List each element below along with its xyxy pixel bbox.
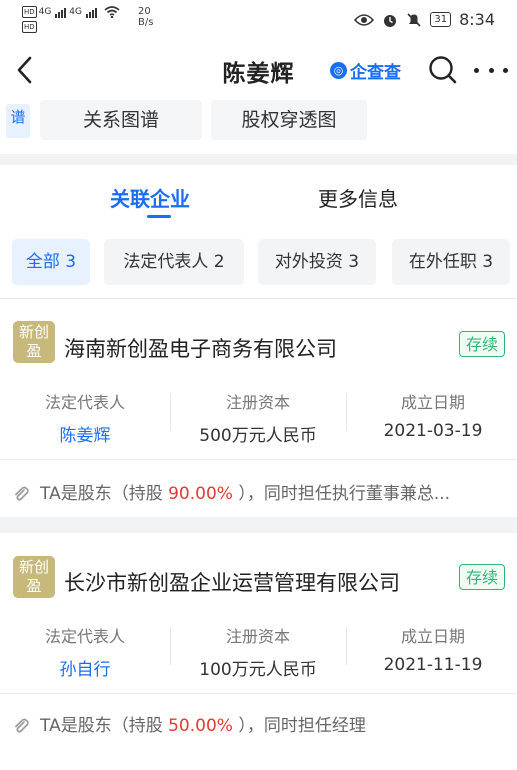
founded-field: 成立日期 2021-11-19 — [348, 623, 517, 675]
note-prefix: TA是股东（持股 — [40, 484, 169, 504]
speed-unit: B/s — [138, 17, 154, 28]
filter-positions[interactable]: 在外任职 3 — [392, 239, 510, 285]
brand-logo: ◎ 企查查 — [330, 58, 401, 83]
founded-value: 2021-03-19 — [383, 421, 483, 441]
relation-graph-button[interactable]: 关系图谱 — [40, 100, 202, 140]
relation-note: TA是股东（持股 90.00% ），同时担任执行董事兼总... — [12, 479, 450, 504]
net2-label: 4G — [69, 7, 82, 17]
status-bar: HD 4G 4G HD 20 B/s 31 8:34 — [0, 0, 517, 40]
paperclip-icon — [15, 486, 29, 501]
title-bar: 陈姜辉 ◎ 企查查 — [0, 40, 517, 100]
capital-value: 500万元人民币 — [199, 426, 317, 446]
column-divider — [170, 393, 171, 431]
column-divider — [170, 627, 171, 665]
battery-indicator: 31 — [430, 12, 452, 27]
more-button[interactable] — [474, 60, 508, 80]
brand-icon: ◎ — [330, 62, 347, 79]
legal-rep-label: 法定代表人 — [44, 393, 125, 412]
card-divider — [0, 693, 517, 694]
network-speed: 20 B/s — [138, 6, 153, 28]
tab-more-info[interactable]: 更多信息 — [318, 183, 398, 212]
signal-icon-2 — [85, 8, 97, 18]
founded-value: 2021-11-19 — [383, 655, 483, 675]
more-dot-icon — [488, 67, 494, 73]
status-badge: 存续 — [459, 331, 505, 357]
status-badge: 存续 — [459, 564, 505, 590]
capital-value: 100万元人民币 — [199, 660, 317, 680]
company-name[interactable]: 海南新创盈电子商务有限公司 — [64, 333, 337, 363]
note-suffix: ），同时担任经理 — [232, 716, 366, 736]
filter-all[interactable]: 全部 3 — [12, 239, 90, 285]
status-right: 31 8:34 — [354, 10, 495, 29]
relation-note: TA是股东（持股 50.00% ），同时担任经理 — [12, 711, 366, 736]
tool-edge-item[interactable]: 谱 — [6, 104, 30, 138]
sim2-badge: HD — [22, 21, 37, 33]
capital-field: 注册资本 500万元人民币 — [173, 389, 343, 446]
company-card[interactable]: 新创盈 海南新创盈电子商务有限公司 存续 法定代表人 陈姜辉 注册资本 500万… — [0, 299, 517, 517]
legal-rep-link[interactable]: 孙自行 — [0, 655, 170, 680]
note-prefix: TA是股东（持股 — [40, 716, 169, 736]
mute-bell-icon — [407, 12, 421, 27]
speed-value: 20 — [138, 6, 151, 17]
company-card[interactable]: 新创盈 长沙市新创盈企业运营管理有限公司 存续 法定代表人 孙自行 注册资本 1… — [0, 533, 517, 770]
tool-row: 谱 关系图谱 股权穿透图 — [0, 100, 517, 154]
legal-rep-field: 法定代表人 孙自行 — [0, 623, 170, 680]
note-suffix: ），同时担任执行董事兼总... — [232, 484, 451, 504]
active-tab-indicator — [147, 215, 171, 218]
card-divider — [0, 459, 517, 460]
legal-rep-link[interactable]: 陈姜辉 — [0, 421, 170, 446]
founded-field: 成立日期 2021-03-19 — [348, 389, 517, 441]
holding-percent: 90.00% — [168, 484, 233, 504]
holding-percent: 50.00% — [168, 716, 233, 736]
capital-field: 注册资本 100万元人民币 — [173, 623, 343, 680]
more-dot-icon — [474, 67, 479, 73]
capital-label: 注册资本 — [225, 627, 290, 646]
tabs-panel: 关联企业 更多信息 全部 3 法定代表人 2 对外投资 3 在外任职 3 — [0, 165, 517, 299]
sim1-badge: HD — [22, 6, 37, 18]
filter-investment[interactable]: 对外投资 3 — [258, 239, 376, 285]
company-logo: 新创盈 — [13, 321, 55, 363]
founded-label: 成立日期 — [400, 393, 465, 412]
alarm-icon — [384, 14, 397, 27]
tab-related-companies[interactable]: 关联企业 — [110, 183, 190, 212]
company-name[interactable]: 长沙市新创盈企业运营管理有限公司 — [64, 567, 400, 597]
eye-icon — [354, 13, 375, 26]
wifi-icon — [104, 6, 120, 19]
column-divider — [346, 393, 347, 431]
filter-legal-rep[interactable]: 法定代表人 2 — [104, 239, 244, 285]
column-divider — [346, 627, 347, 665]
search-button[interactable] — [428, 55, 458, 85]
search-icon — [429, 56, 457, 84]
net1-label: 4G — [38, 7, 52, 17]
signal-icon — [54, 8, 67, 18]
more-dot-icon — [503, 67, 508, 73]
paperclip-icon — [15, 718, 29, 733]
clock: 8:34 — [459, 10, 495, 29]
legal-rep-label: 法定代表人 — [44, 627, 125, 646]
brand-name: 企查查 — [350, 63, 401, 83]
capital-label: 注册资本 — [225, 393, 290, 412]
founded-label: 成立日期 — [400, 627, 465, 646]
legal-rep-field: 法定代表人 陈姜辉 — [0, 389, 170, 446]
company-logo: 新创盈 — [13, 556, 55, 598]
equity-penetration-button[interactable]: 股权穿透图 — [211, 100, 367, 140]
status-left: HD 4G 4G HD — [22, 6, 120, 33]
